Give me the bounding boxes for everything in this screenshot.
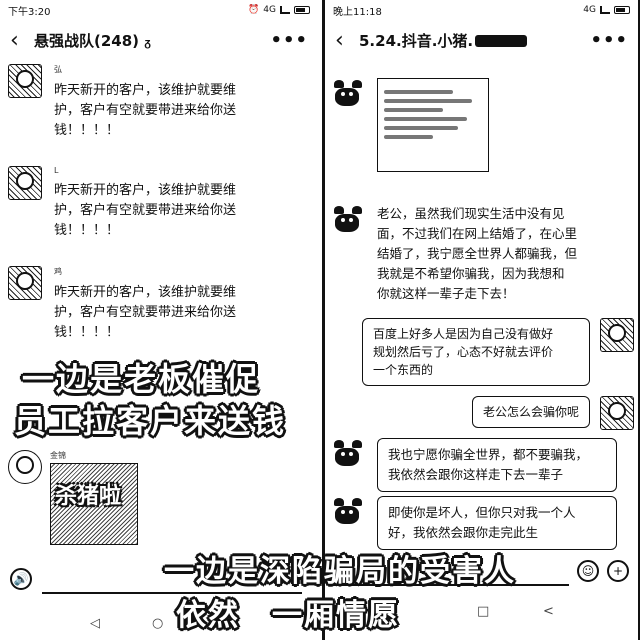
caption-right-line1: 一边是深陷骗局的受害人 — [164, 554, 516, 589]
message-item-self: 百度上好多人是因为自己没有做好 规划然后亏了，心态不好就去评价 一个东西的 — [362, 318, 634, 386]
status-time: 晚上11:18 — [333, 6, 382, 18]
self-avatar[interactable] — [600, 318, 634, 352]
pig-avatar[interactable] — [331, 438, 365, 472]
message-item: 我也宁愿你骗全世界，都不要骗我， 我依然会跟你这样走下去一辈子 — [331, 438, 617, 492]
left-chat-screen: 下午3:20 ⏰ 4G ‹ 悬强战队(248) ᵹ ••• 弘 昨天新开的客户，… — [0, 0, 318, 640]
sticker-message: 金锦 杀猪啦 — [8, 450, 138, 545]
sender-name: 金锦 — [50, 451, 66, 460]
avatar[interactable] — [8, 64, 42, 98]
status-bar: 下午3:20 ⏰ 4G — [0, 0, 318, 20]
message-item: 鸡 昨天新开的客户，该维护就要维 护，客户有空就要带进来给你送 钱！！！！ — [8, 266, 294, 343]
message-bubble[interactable]: 老公，虽然我们现实生活中没有见 面，不过我们在网上结婚了，在心里 结婚了，我宁愿… — [377, 204, 617, 304]
chat-header: ‹ 悬强战队(248) ᵹ ••• — [0, 20, 318, 60]
status-bar: 晚上11:18 4G — [325, 0, 638, 20]
sender-name: L — [54, 166, 59, 175]
avatar[interactable] — [8, 166, 42, 200]
redacted-name — [475, 35, 528, 47]
network-label: 4G — [263, 5, 276, 15]
caption-left-line2: 员工拉客户来送钱 — [14, 402, 287, 440]
nav-home-icon[interactable]: □ — [477, 604, 489, 619]
back-button[interactable]: ‹ — [10, 28, 34, 53]
nav-home-icon[interactable]: ○ — [152, 616, 163, 631]
more-options-button[interactable]: ••• — [590, 30, 628, 51]
emoji-icon[interactable]: ☺ — [577, 560, 599, 582]
signal-icon — [280, 6, 290, 14]
avatar[interactable] — [8, 266, 42, 300]
message-bubble[interactable]: 即使你是坏人，但你只对我一个人 好，我依然会跟你走完此生 — [377, 496, 617, 550]
message-item: L 昨天新开的客户，该维护就要维 护，客户有空就要带进来给你送 钱！！！！ — [8, 166, 294, 241]
avatar[interactable] — [8, 450, 42, 484]
shared-screenshot[interactable] — [377, 78, 489, 172]
message-item: 老公，虽然我们现实生活中没有见 面，不过我们在网上结婚了，在心里 结婚了，我宁愿… — [331, 204, 617, 304]
pig-avatar[interactable] — [331, 78, 365, 112]
alarm-icon: ⏰ — [248, 5, 260, 15]
right-chat-screen: 晚上11:18 4G ‹ 5.24.抖音.小猪. ••• 老公，虽然我们现实生活… — [322, 0, 640, 640]
battery-icon — [294, 6, 310, 14]
image-message — [331, 78, 489, 172]
group-title: 悬强战队(248) ᵹ — [34, 31, 151, 50]
caption-left-line1: 一边是老板催促 — [22, 360, 261, 398]
sender-name: 弘 — [54, 65, 62, 74]
more-options-button[interactable]: ••• — [270, 30, 308, 51]
pig-avatar[interactable] — [331, 204, 365, 238]
message-bubble[interactable]: 老公怎么会骗你呢 — [471, 396, 590, 428]
battery-icon — [614, 6, 630, 14]
sender-name: 鸡 — [54, 267, 62, 276]
voice-input-icon[interactable]: 🔊 — [10, 568, 32, 590]
chat-header: ‹ 5.24.抖音.小猪. ••• — [325, 20, 638, 60]
sticker-label: 杀猪啦 — [55, 484, 122, 509]
back-button[interactable]: ‹ — [335, 28, 359, 53]
message-bubble[interactable]: 昨天新开的客户，该维护就要维 护，客户有空就要带进来给你送 钱！！！！ — [54, 279, 294, 343]
caption-right-line2: 依然 一厢情愿 — [176, 598, 400, 633]
signal-icon — [600, 6, 610, 14]
self-avatar[interactable] — [600, 396, 634, 430]
status-time: 下午3:20 — [8, 6, 51, 18]
pig-avatar[interactable] — [331, 496, 365, 530]
network-label: 4G — [583, 5, 596, 15]
status-icons: ⏰ 4G — [248, 5, 310, 15]
message-item: 弘 昨天新开的客户，该维护就要维 护，客户有空就要带进来给你送 钱！！！！ — [8, 64, 294, 141]
message-bubble[interactable]: 昨天新开的客户，该维护就要维 护，客户有空就要带进来给你送 钱！！！！ — [54, 177, 294, 241]
sticker-image[interactable]: 杀猪啦 — [50, 463, 138, 545]
nav-back-icon[interactable]: ◁ — [90, 616, 100, 631]
message-item-self: 老公怎么会骗你呢 — [471, 396, 634, 430]
nav-back-icon[interactable]: < — [543, 604, 554, 619]
contact-title: 5.24.抖音.小猪. — [359, 30, 590, 51]
plus-icon[interactable]: + — [607, 560, 629, 582]
status-icons: 4G — [583, 5, 630, 15]
message-item: 即使你是坏人，但你只对我一个人 好，我依然会跟你走完此生 — [331, 496, 617, 550]
message-bubble[interactable]: 昨天新开的客户，该维护就要维 护，客户有空就要带进来给你送 钱！！！！ — [54, 77, 294, 141]
message-bubble[interactable]: 百度上好多人是因为自己没有做好 规划然后亏了，心态不好就去评价 一个东西的 — [362, 318, 590, 386]
message-bubble[interactable]: 我也宁愿你骗全世界，都不要骗我， 我依然会跟你这样走下去一辈子 — [377, 438, 617, 492]
